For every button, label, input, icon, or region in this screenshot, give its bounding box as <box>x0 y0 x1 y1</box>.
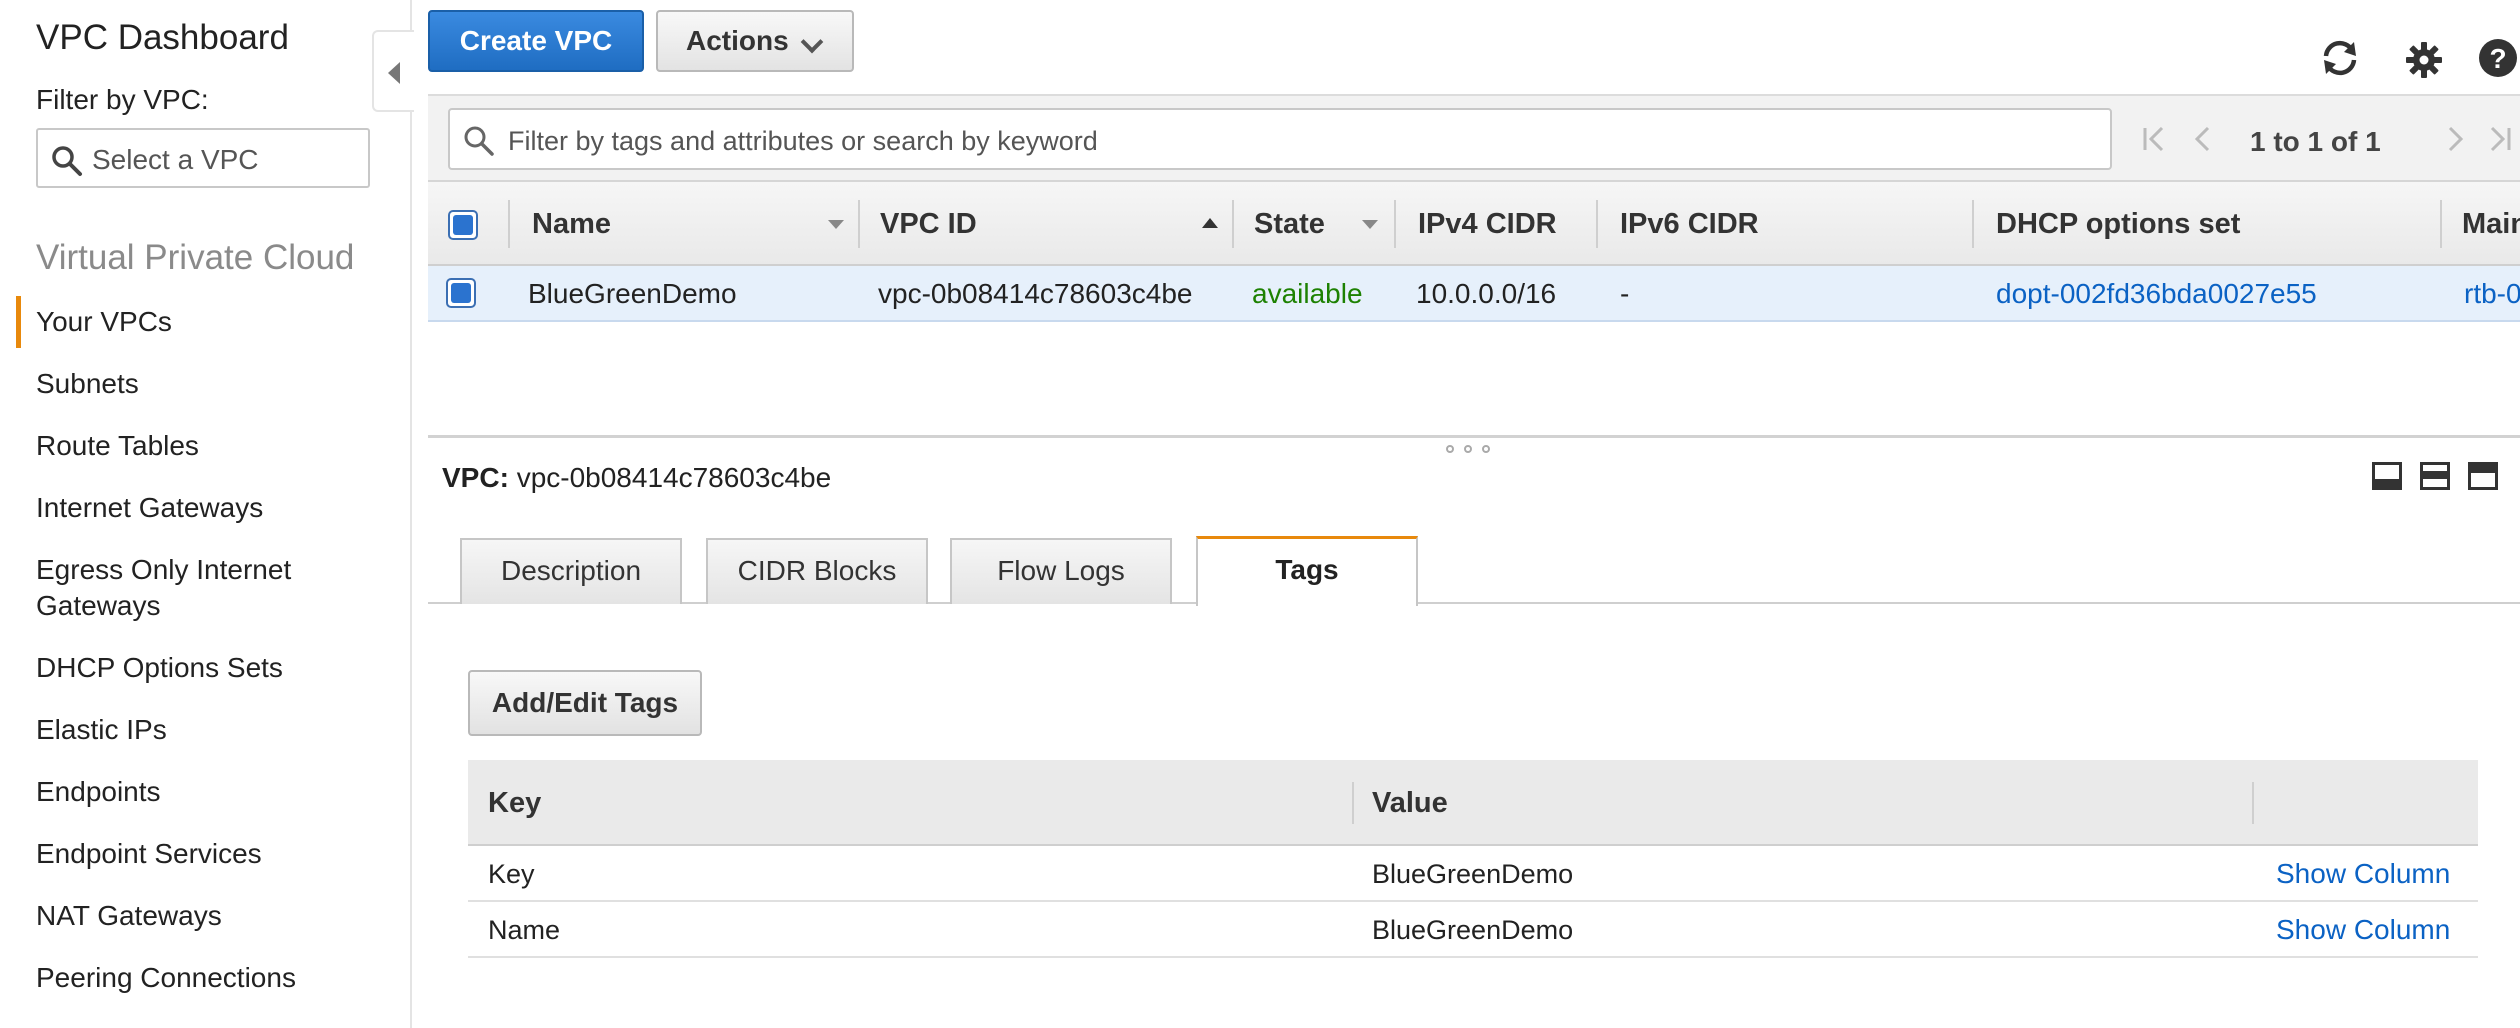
pagination-text: 1 to 1 of 1 <box>2250 126 2381 157</box>
search-placeholder: Filter by tags and attributes or search … <box>508 126 1098 156</box>
previous-page-icon[interactable] <box>2188 124 2218 154</box>
tags-table-header: Key Value <box>468 760 2478 846</box>
last-page-icon[interactable] <box>2484 124 2514 154</box>
sidebar-item-internet-gateways[interactable]: Internet Gateways <box>0 482 410 544</box>
gear-icon[interactable] <box>2402 38 2446 82</box>
first-page-icon[interactable] <box>2140 124 2170 154</box>
sidebar-item-endpoints[interactable]: Endpoints <box>0 766 410 828</box>
details-vpc-id: vpc-0b08414c78603c4be <box>516 462 832 493</box>
vpc-select-placeholder: Select a VPC <box>92 144 259 175</box>
sidebar-item-route-tables[interactable]: Route Tables <box>0 420 410 482</box>
sidebar-item-dhcp-options-sets[interactable]: DHCP Options Sets <box>0 642 410 704</box>
tags-column-value: Value <box>1372 787 1448 819</box>
cell-vpc-id: vpc-0b08414c78603c4be <box>878 278 1193 309</box>
layout-bottom-icon[interactable] <box>2372 462 2402 490</box>
svg-text:?: ? <box>2489 43 2506 74</box>
vpc-table-header: Name VPC ID State IPv4 CIDR IPv6 CIDR DH… <box>428 180 2520 266</box>
layout-top-icon[interactable] <box>2468 462 2498 490</box>
chevron-down-icon <box>800 30 824 54</box>
splitter-grip-icon[interactable] <box>1446 440 1506 453</box>
details-title: VPC: vpc-0b08414c78603c4be <box>442 462 831 494</box>
tag-key: Key <box>488 859 535 889</box>
table-row: Key BlueGreenDemo Show Column <box>468 846 2478 902</box>
tag-value: BlueGreenDemo <box>1372 859 1574 889</box>
column-header-dhcp-options-set[interactable]: DHCP options set <box>1996 182 2240 266</box>
sidebar-item-your-vpcs[interactable]: Your VPCs <box>0 296 410 358</box>
cell-dhcp-options-link[interactable]: dopt-002fd36bda0027e55 <box>1996 266 2317 322</box>
sidebar-item-elastic-ips[interactable]: Elastic IPs <box>0 704 410 766</box>
column-header-ipv4-cidr[interactable]: IPv4 CIDR <box>1418 182 1557 266</box>
cell-ipv6-cidr: - <box>1620 278 1630 309</box>
details-label: VPC: <box>442 462 509 493</box>
sidebar-title[interactable]: VPC Dashboard <box>36 18 289 58</box>
sort-arrow-icon[interactable] <box>1362 220 1378 229</box>
vpc-select[interactable]: Select a VPC <box>36 128 370 188</box>
sidebar-item-subnets[interactable]: Subnets <box>0 358 410 420</box>
column-divider <box>1972 200 1974 248</box>
sidebar: VPC Dashboard Filter by VPC: Select a VP… <box>0 0 412 1028</box>
column-header-vpc-id[interactable]: VPC ID <box>880 182 977 266</box>
row-checkbox[interactable] <box>446 278 476 308</box>
table-row[interactable]: BlueGreenDemo vpc-0b08414c78603c4be avai… <box>428 266 2520 322</box>
sidebar-item-egress-only-internet-gateways[interactable]: Egress Only Internet Gateways <box>0 544 340 642</box>
tab-cidr-blocks[interactable]: CIDR Blocks <box>706 538 928 604</box>
column-divider <box>858 200 860 248</box>
tags-table: Key Value Key BlueGreenDemo Show Column … <box>468 760 2478 958</box>
help-icon[interactable]: ? <box>2476 36 2520 80</box>
add-edit-tags-button[interactable]: Add/Edit Tags <box>468 670 702 736</box>
sort-arrow-icon[interactable] <box>828 220 844 229</box>
sidebar-item-peering-connections[interactable]: Peering Connections <box>0 952 410 1014</box>
sidebar-item-nat-gateways[interactable]: NAT Gateways <box>0 890 410 952</box>
tags-column-key: Key <box>488 787 542 819</box>
refresh-icon[interactable] <box>2318 36 2362 80</box>
next-page-icon[interactable] <box>2440 124 2470 154</box>
tag-value: BlueGreenDemo <box>1372 915 1574 945</box>
pagination: 1 to 1 of 1 <box>2140 108 2520 170</box>
actions-label: Actions <box>686 25 789 56</box>
cell-main-route-table-link[interactable]: rtb-0 <box>2464 266 2520 322</box>
show-column-link[interactable]: Show Column <box>2276 902 2450 958</box>
cell-name: BlueGreenDemo <box>528 278 737 309</box>
tab-flow-logs[interactable]: Flow Logs <box>950 538 1172 604</box>
column-divider <box>1394 200 1396 248</box>
grid-toolbar: Filter by tags and attributes or search … <box>428 94 2520 180</box>
table-row: Name BlueGreenDemo Show Column <box>468 902 2478 958</box>
column-divider <box>2252 782 2254 824</box>
panel-splitter[interactable] <box>428 435 2520 438</box>
cell-state: available <box>1252 278 1363 309</box>
search-input[interactable]: Filter by tags and attributes or search … <box>448 108 2112 170</box>
column-divider <box>1352 782 1354 824</box>
show-column-link[interactable]: Show Column <box>2276 846 2450 902</box>
checkbox-fill <box>453 215 473 235</box>
filter-by-vpc-label: Filter by VPC: <box>36 84 209 115</box>
column-divider <box>508 200 510 248</box>
column-header-name[interactable]: Name <box>532 182 611 266</box>
sidebar-item-endpoint-services[interactable]: Endpoint Services <box>0 828 410 890</box>
sort-ascending-icon[interactable] <box>1202 218 1218 228</box>
search-icon <box>52 146 82 176</box>
sidebar-section-title: Virtual Private Cloud <box>36 238 355 277</box>
column-divider <box>2440 200 2442 248</box>
cell-ipv4-cidr: 10.0.0.0/16 <box>1416 278 1557 309</box>
column-divider <box>1232 200 1234 248</box>
column-header-main[interactable]: Main <box>2462 182 2520 266</box>
column-header-ipv6-cidr[interactable]: IPv6 CIDR <box>1620 182 1759 266</box>
actions-button[interactable]: Actions <box>656 10 854 72</box>
search-icon <box>464 126 494 156</box>
tag-key: Name <box>488 915 561 945</box>
tab-tags[interactable]: Tags <box>1196 536 1418 606</box>
column-divider <box>1596 200 1598 248</box>
collapse-arrow-icon <box>388 62 400 84</box>
select-all-checkbox[interactable] <box>448 210 478 240</box>
create-vpc-button[interactable]: Create VPC <box>428 10 644 72</box>
collapse-sidebar-button[interactable] <box>372 30 414 112</box>
sidebar-nav: Your VPCs Subnets Route Tables Internet … <box>0 296 410 1014</box>
tab-description[interactable]: Description <box>460 538 682 604</box>
layout-split-icon[interactable] <box>2420 462 2450 490</box>
checkbox-fill <box>451 283 471 303</box>
column-header-state[interactable]: State <box>1254 182 1325 266</box>
